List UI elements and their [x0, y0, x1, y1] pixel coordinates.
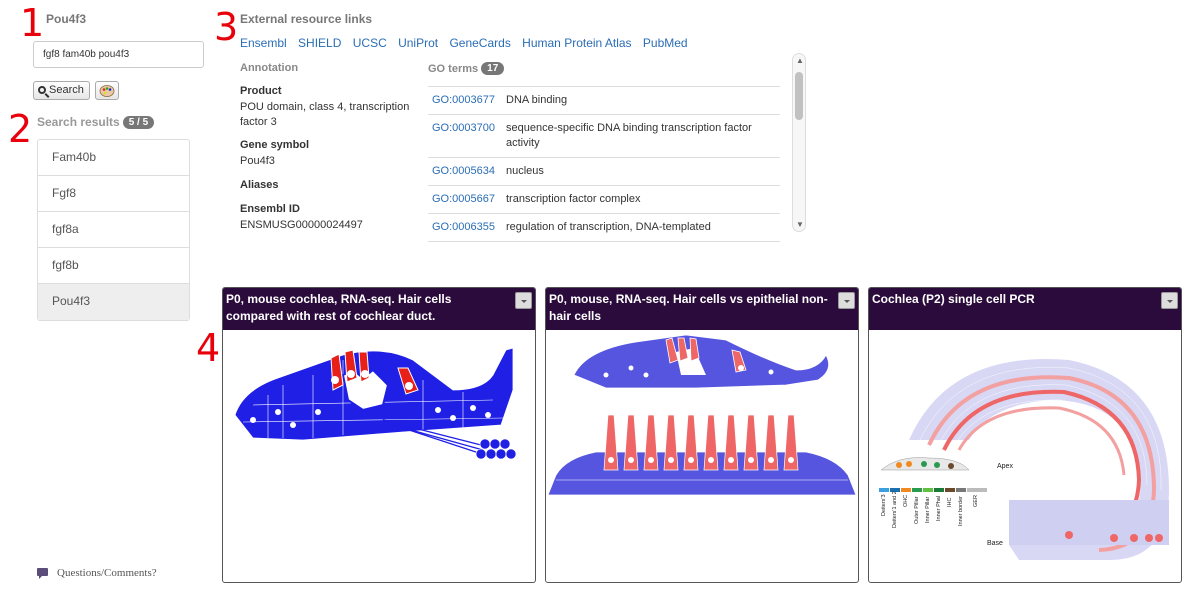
link-ensembl[interactable]: Ensembl [240, 36, 287, 50]
gene-title: Pou4f3 [46, 12, 87, 26]
legend-label-deiters12: Deiters'1 and 2 [892, 491, 898, 528]
panel-title: P0, mouse cochlea, RNA-seq. Hair cells c… [223, 288, 535, 330]
cochlea-base-cells [1009, 500, 1169, 545]
result-item-fgf8[interactable]: Fgf8 [38, 176, 189, 212]
ensembl-id-label: Ensembl ID [240, 203, 300, 215]
go-terms-scrollbar[interactable]: ▲ ▼ [792, 53, 806, 232]
table-row: GO:0006355 regulation of transcription, D… [428, 214, 780, 242]
search-input[interactable]: fgf8 fam40b pou4f3 [33, 41, 204, 68]
legend-label-ger: GER [973, 495, 979, 507]
scrollbar-thumb[interactable] [795, 72, 803, 120]
gene-symbol-value: Pou4f3 [240, 155, 275, 167]
go-terms-count-badge: 17 [481, 62, 505, 75]
result-item-fgf8a[interactable]: fgf8a [38, 212, 189, 248]
comments-link[interactable]: Questions/Comments? [37, 567, 157, 579]
external-links-heading: External resource links [240, 12, 373, 26]
table-row: GO:0005667 transcription factor complex [428, 186, 780, 214]
panel-title-text: P0, mouse cochlea, RNA-seq. Hair cells c… [226, 292, 452, 323]
palette-icon [99, 85, 115, 97]
go-description: nucleus [506, 165, 544, 177]
go-terms-label: GO terms [428, 63, 479, 75]
go-terms-table: GO:0003677 DNA binding GO:0003700 sequence… [428, 86, 780, 242]
annotation-title: Annotation [240, 62, 299, 74]
aliases-label: Aliases [240, 179, 279, 191]
link-genecards[interactable]: GeneCards [449, 36, 510, 50]
cochlear-duct-diagram [234, 347, 517, 460]
go-id-link[interactable]: GO:0005667 [432, 192, 506, 207]
go-id-link[interactable]: GO:0003677 [432, 93, 506, 108]
table-row: GO:0003700 sequence-specific DNA binding … [428, 115, 780, 158]
external-links: Ensembl SHIELD UCSC UniProt GeneCards Hu… [240, 36, 696, 50]
gene-symbol-label: Gene symbol [240, 139, 310, 151]
panel-title-text: P0, mouse, RNA-seq. Hair cells vs epithe… [549, 292, 828, 323]
panel-title: P0, mouse, RNA-seq. Hair cells vs epithe… [546, 288, 858, 330]
results-list: Fam40b Fgf8 fgf8a fgf8b Pou4f3 [37, 139, 190, 321]
result-item-pou4f3[interactable]: Pou4f3 [38, 284, 189, 320]
go-description: DNA binding [506, 94, 568, 106]
link-uniprot[interactable]: UniProt [398, 36, 438, 50]
table-row: GO:0005634 nucleus [428, 158, 780, 186]
scroll-down-icon[interactable]: ▼ [796, 220, 804, 229]
expression-panel-3: Cochlea (P2) single cell PCR Deiters'3 D… [868, 287, 1182, 583]
link-human-protein-atlas[interactable]: Human Protein Atlas [522, 36, 631, 50]
apex-label: Apex [997, 463, 1013, 470]
go-id-link[interactable]: GO:0005634 [432, 164, 506, 179]
search-results-heading: Search results 5 / 5 [37, 115, 155, 129]
product-value: POU domain, class 4, transcription facto… [240, 101, 410, 128]
ensembl-id-value: ENSMUSG00000024497 [240, 219, 363, 231]
panel-menu-button[interactable] [1161, 292, 1178, 309]
panel-menu-button[interactable] [838, 292, 855, 309]
legend-label-inner-pillar: Inner Pillar [925, 497, 931, 523]
link-shield[interactable]: SHIELD [298, 36, 341, 50]
link-ucsc[interactable]: UCSC [353, 36, 387, 50]
epithelium-diagram [547, 334, 857, 496]
legend-label-ohc: OHC [903, 495, 909, 507]
product-label: Product [240, 85, 282, 97]
comments-link-label: Questions/Comments? [57, 567, 157, 579]
table-row: GO:0003677 DNA binding [428, 87, 780, 115]
annotation-marker-3: 3 [214, 5, 239, 49]
results-label: Search results [37, 115, 120, 129]
go-terms-section: GO terms 17 GO:0003677 DNA binding GO:0003… [428, 62, 780, 242]
palette-button[interactable] [95, 81, 119, 100]
annotation-marker-2: 2 [8, 107, 33, 151]
legend-label-outer-pillar: Outer Pillar [914, 496, 920, 524]
legend-label-deiters3: Deiters'3 [881, 494, 887, 516]
comment-icon [37, 568, 48, 579]
panel-menu-button[interactable] [515, 292, 532, 309]
annotation-section: Annotation Product POU domain, class 4, … [240, 62, 425, 233]
go-description: transcription factor complex [506, 193, 641, 205]
go-id-link[interactable]: GO:0003700 [432, 121, 506, 151]
go-description: regulation of transcription, DNA-templat… [506, 221, 711, 233]
annotation-marker-4: 4 [196, 326, 221, 370]
annotation-marker-1: 1 [20, 1, 45, 45]
go-terms-heading: GO terms 17 [428, 62, 780, 78]
search-button[interactable]: Search [33, 81, 90, 100]
legend-label-inner-border: Inner border [958, 496, 964, 526]
panel-title: Cochlea (P2) single cell PCR [869, 288, 1181, 330]
go-description: sequence-specific DNA binding transcript… [506, 122, 752, 149]
search-button-label: Search [49, 84, 84, 96]
result-item-fam40b[interactable]: Fam40b [38, 140, 189, 176]
link-pubmed[interactable]: PubMed [643, 36, 688, 50]
go-id-link[interactable]: GO:0006355 [432, 220, 506, 235]
legend-label-inner-phal: Inner Phal [936, 496, 942, 521]
cell-type-legend [879, 457, 987, 492]
panel-title-text: Cochlea (P2) single cell PCR [872, 292, 1035, 306]
cochlea-spiral-diagram: Deiters'3 Deiters'1 and 2 OHC Outer Pill… [879, 359, 1169, 560]
results-count-badge: 5 / 5 [122, 116, 155, 129]
expression-panel-1: P0, mouse cochlea, RNA-seq. Hair cells c… [222, 287, 536, 583]
result-item-fgf8b[interactable]: fgf8b [38, 248, 189, 284]
legend-label-ihc: IHC [947, 498, 953, 508]
scroll-up-icon[interactable]: ▲ [796, 56, 804, 65]
base-label: Base [987, 540, 1003, 547]
search-icon [38, 86, 46, 94]
expression-panel-2: P0, mouse, RNA-seq. Hair cells vs epithe… [545, 287, 859, 583]
